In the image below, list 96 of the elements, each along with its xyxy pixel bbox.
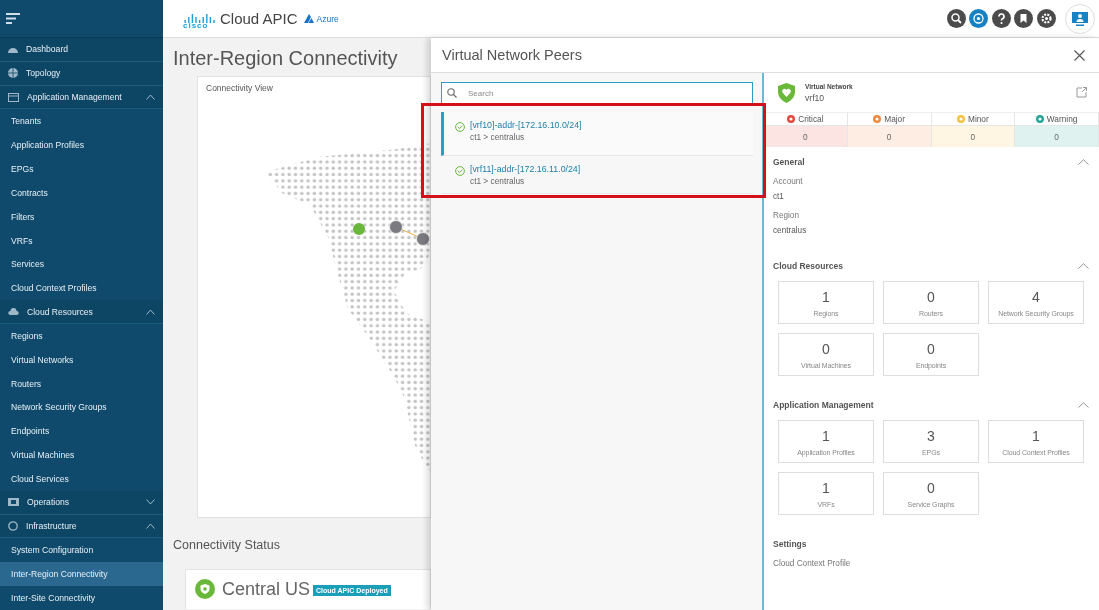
sidebar-item[interactable]: Virtual Machines — [0, 443, 163, 467]
field-label: Region — [773, 211, 800, 220]
sidebar-section[interactable]: Operations — [0, 490, 163, 515]
gauge-icon — [8, 45, 18, 54]
check-circle-icon — [455, 122, 465, 132]
tile-count: 1 — [1032, 427, 1040, 444]
sidebar-item[interactable]: Application Profiles — [0, 133, 163, 158]
sidebar-item[interactable]: Virtual Networks — [0, 347, 163, 372]
sidebar-item[interactable]: EPGs — [0, 157, 163, 181]
check-circle-icon — [455, 166, 465, 176]
chevron-icon[interactable] — [1078, 159, 1089, 165]
logo-bars-icon — [184, 14, 216, 23]
fault-count: 0 — [1015, 126, 1098, 147]
monitor-icon[interactable] — [1065, 3, 1095, 34]
ring-icon — [8, 520, 18, 531]
chevron-icon[interactable] — [146, 94, 155, 101]
chevron-icon[interactable] — [1078, 402, 1089, 408]
cloud-name: Azure — [316, 13, 339, 24]
severity-label: Major — [884, 114, 905, 124]
chevron-icon[interactable] — [146, 499, 155, 506]
shield-icon — [778, 82, 795, 103]
card-icon — [8, 498, 19, 507]
page-title: Inter-Region Connectivity — [173, 47, 398, 70]
section-title: General — [773, 157, 805, 167]
section-title: Settings — [773, 539, 807, 549]
field-label: Cloud Context Profile — [773, 559, 852, 568]
triangle-logo-icon — [303, 14, 316, 23]
sidebar-item[interactable]: Contracts — [0, 180, 163, 205]
section-title: Cloud Resources — [773, 261, 843, 271]
section-title: Application Management — [773, 400, 874, 410]
sidebar-item[interactable]: Cloud Services — [0, 466, 163, 491]
sidebar-section[interactable]: Dashboard — [0, 38, 163, 62]
menu-icon[interactable] — [6, 13, 20, 24]
external-link-icon[interactable] — [1076, 87, 1087, 98]
window-icon — [8, 92, 19, 102]
tile-count: 3 — [927, 427, 935, 444]
tile-count: 0 — [927, 479, 935, 496]
close-icon[interactable] — [1074, 49, 1085, 61]
field-value: ct1 — [773, 192, 785, 201]
sidebar-item[interactable]: Inter-Region Connectivity — [0, 562, 163, 587]
field-label: Account — [773, 177, 804, 186]
tile-count: 1 — [822, 479, 830, 496]
sidebar-item[interactable]: Tenants — [0, 109, 163, 134]
severity-label: Minor — [968, 114, 989, 124]
field-value: centralus — [773, 226, 808, 235]
radar-icon[interactable] — [969, 9, 988, 28]
fault-count: 0 — [931, 126, 1015, 147]
sidebar-item[interactable]: Regions — [0, 323, 163, 348]
sidebar-section[interactable]: Application Management — [0, 85, 163, 110]
sidebar-item[interactable]: VRFs — [0, 228, 163, 253]
severity-label: Critical — [798, 114, 824, 124]
card-title: Connectivity View — [206, 83, 273, 93]
tile-count: 0 — [927, 288, 935, 305]
fault-count: 0 — [764, 126, 847, 147]
bookmark-icon[interactable] — [1014, 9, 1033, 28]
region-name: Central US — [222, 579, 311, 599]
sidebar-item[interactable]: Routers — [0, 371, 163, 396]
sidebar-section[interactable]: Topology — [0, 61, 163, 86]
sidebar-item[interactable]: Endpoints — [0, 419, 163, 444]
settings-icon[interactable] — [1036, 9, 1056, 28]
tile-count: 1 — [822, 427, 830, 444]
sidebar-item[interactable]: Inter-Site Connectivity — [0, 586, 163, 610]
section-title: Connectivity Status — [173, 538, 280, 552]
search-icon[interactable] — [946, 9, 966, 28]
tile-count: 4 — [1032, 288, 1040, 305]
sidebar-item[interactable]: Network Security Groups — [0, 395, 163, 420]
globe-icon — [8, 68, 18, 79]
sidebar-item[interactable]: Services — [0, 252, 163, 277]
peer-path: ct1 > centralus — [470, 176, 526, 186]
logo-text: cisco — [183, 21, 210, 30]
peer-name: [vrf10]-addr-[172.16.10.0/24] — [470, 120, 582, 130]
peer-item[interactable]: [vrf11]-addr-[172.16.11.0/24] ct1 > centralus — [441, 156, 753, 194]
severity-label: Warning — [1046, 114, 1078, 124]
object-name: vrf10 — [805, 92, 826, 103]
sidebar-section[interactable]: Infrastructure — [0, 514, 163, 539]
search-icon — [447, 88, 457, 98]
peer-path: ct1 > centralus — [470, 132, 526, 142]
help-icon[interactable] — [991, 9, 1011, 28]
peer-item[interactable]: [vrf10]-addr-[172.16.10.0/24] ct1 > centralus — [441, 112, 753, 156]
tile-count: 0 — [927, 340, 935, 357]
peer-name: [vrf11]-addr-[172.16.11.0/24] — [470, 164, 581, 174]
panel-title: Virtual Network Peers — [442, 47, 582, 63]
cloud-icon — [8, 308, 19, 315]
tile-count: 0 — [822, 340, 830, 357]
tile-count: 1 — [822, 288, 830, 305]
sidebar-item[interactable]: Filters — [0, 204, 163, 229]
shield-icon — [195, 579, 215, 599]
fault-count: 0 — [847, 126, 931, 147]
search-field[interactable]: Search — [441, 82, 753, 104]
sidebar-item[interactable]: System Configuration — [0, 538, 163, 563]
chevron-icon[interactable] — [146, 522, 155, 529]
chevron-icon[interactable] — [146, 308, 155, 315]
chevron-icon[interactable] — [1078, 263, 1089, 269]
sidebar-item[interactable]: Cloud Context Profiles — [0, 276, 163, 301]
sidebar-section[interactable]: Cloud Resources — [0, 300, 163, 324]
product-name: Cloud APIC — [220, 10, 298, 27]
